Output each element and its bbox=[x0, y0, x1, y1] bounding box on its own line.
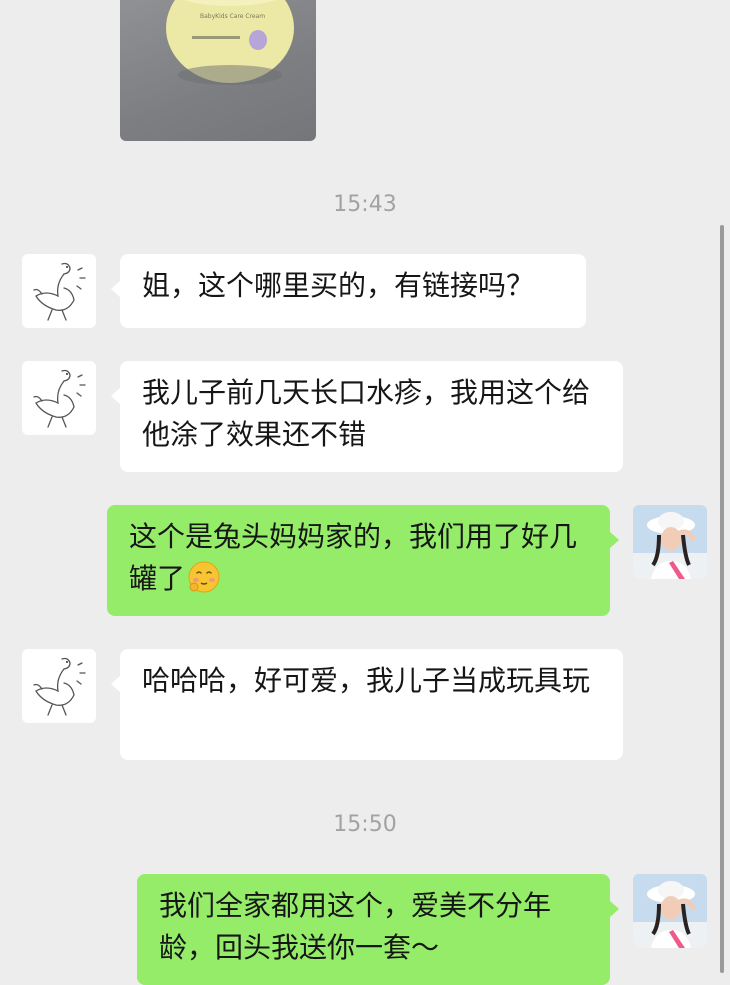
product-photo: BabyKids Care Cream bbox=[166, 0, 294, 85]
avatar[interactable] bbox=[633, 874, 707, 948]
user-portrait-icon bbox=[633, 874, 707, 948]
user-portrait-icon bbox=[633, 505, 707, 579]
product-label-line1: BabyKids Care Cream bbox=[200, 13, 265, 20]
message-bubble[interactable]: 我们全家都用这个，爱美不分年龄，回头我送你一套～ bbox=[137, 874, 619, 985]
avatar[interactable] bbox=[22, 649, 96, 723]
scrollbar[interactable] bbox=[720, 225, 724, 973]
shy-face-emoji bbox=[188, 561, 220, 593]
duck-sketch-icon bbox=[33, 657, 86, 716]
timestamp: 15:50 bbox=[333, 812, 397, 837]
timestamp: 15:43 bbox=[333, 192, 397, 217]
duck-sketch-icon bbox=[33, 369, 86, 428]
message-text: 哈哈哈，好可爱，我儿子当成玩具玩 bbox=[142, 664, 591, 697]
message-bubble[interactable]: 姐，这个哪里买的，有链接吗？ bbox=[111, 254, 586, 328]
image-message[interactable]: BabyKids Care Cream bbox=[120, 0, 316, 141]
message-text: 我们全家都用这个，爱美不分年龄，回头我送你一套～ bbox=[159, 889, 552, 964]
avatar[interactable] bbox=[22, 254, 96, 328]
message-text: 我儿子前几天长口水疹，我用这个给他涂了效果还不错 bbox=[142, 376, 591, 451]
message-bubble[interactable]: 这个是兔头妈妈家的，我们用了好几罐了 bbox=[107, 505, 619, 616]
avatar[interactable] bbox=[22, 361, 96, 435]
message-bubble[interactable]: 哈哈哈，好可爱，我儿子当成玩具玩 bbox=[111, 649, 623, 760]
message-bubble[interactable]: 我儿子前几天长口水疹，我用这个给他涂了效果还不错 bbox=[111, 361, 623, 472]
duck-sketch-icon bbox=[33, 262, 86, 321]
avatar[interactable] bbox=[633, 505, 707, 579]
message-text: 姐，这个哪里买的，有链接吗？ bbox=[142, 269, 535, 302]
